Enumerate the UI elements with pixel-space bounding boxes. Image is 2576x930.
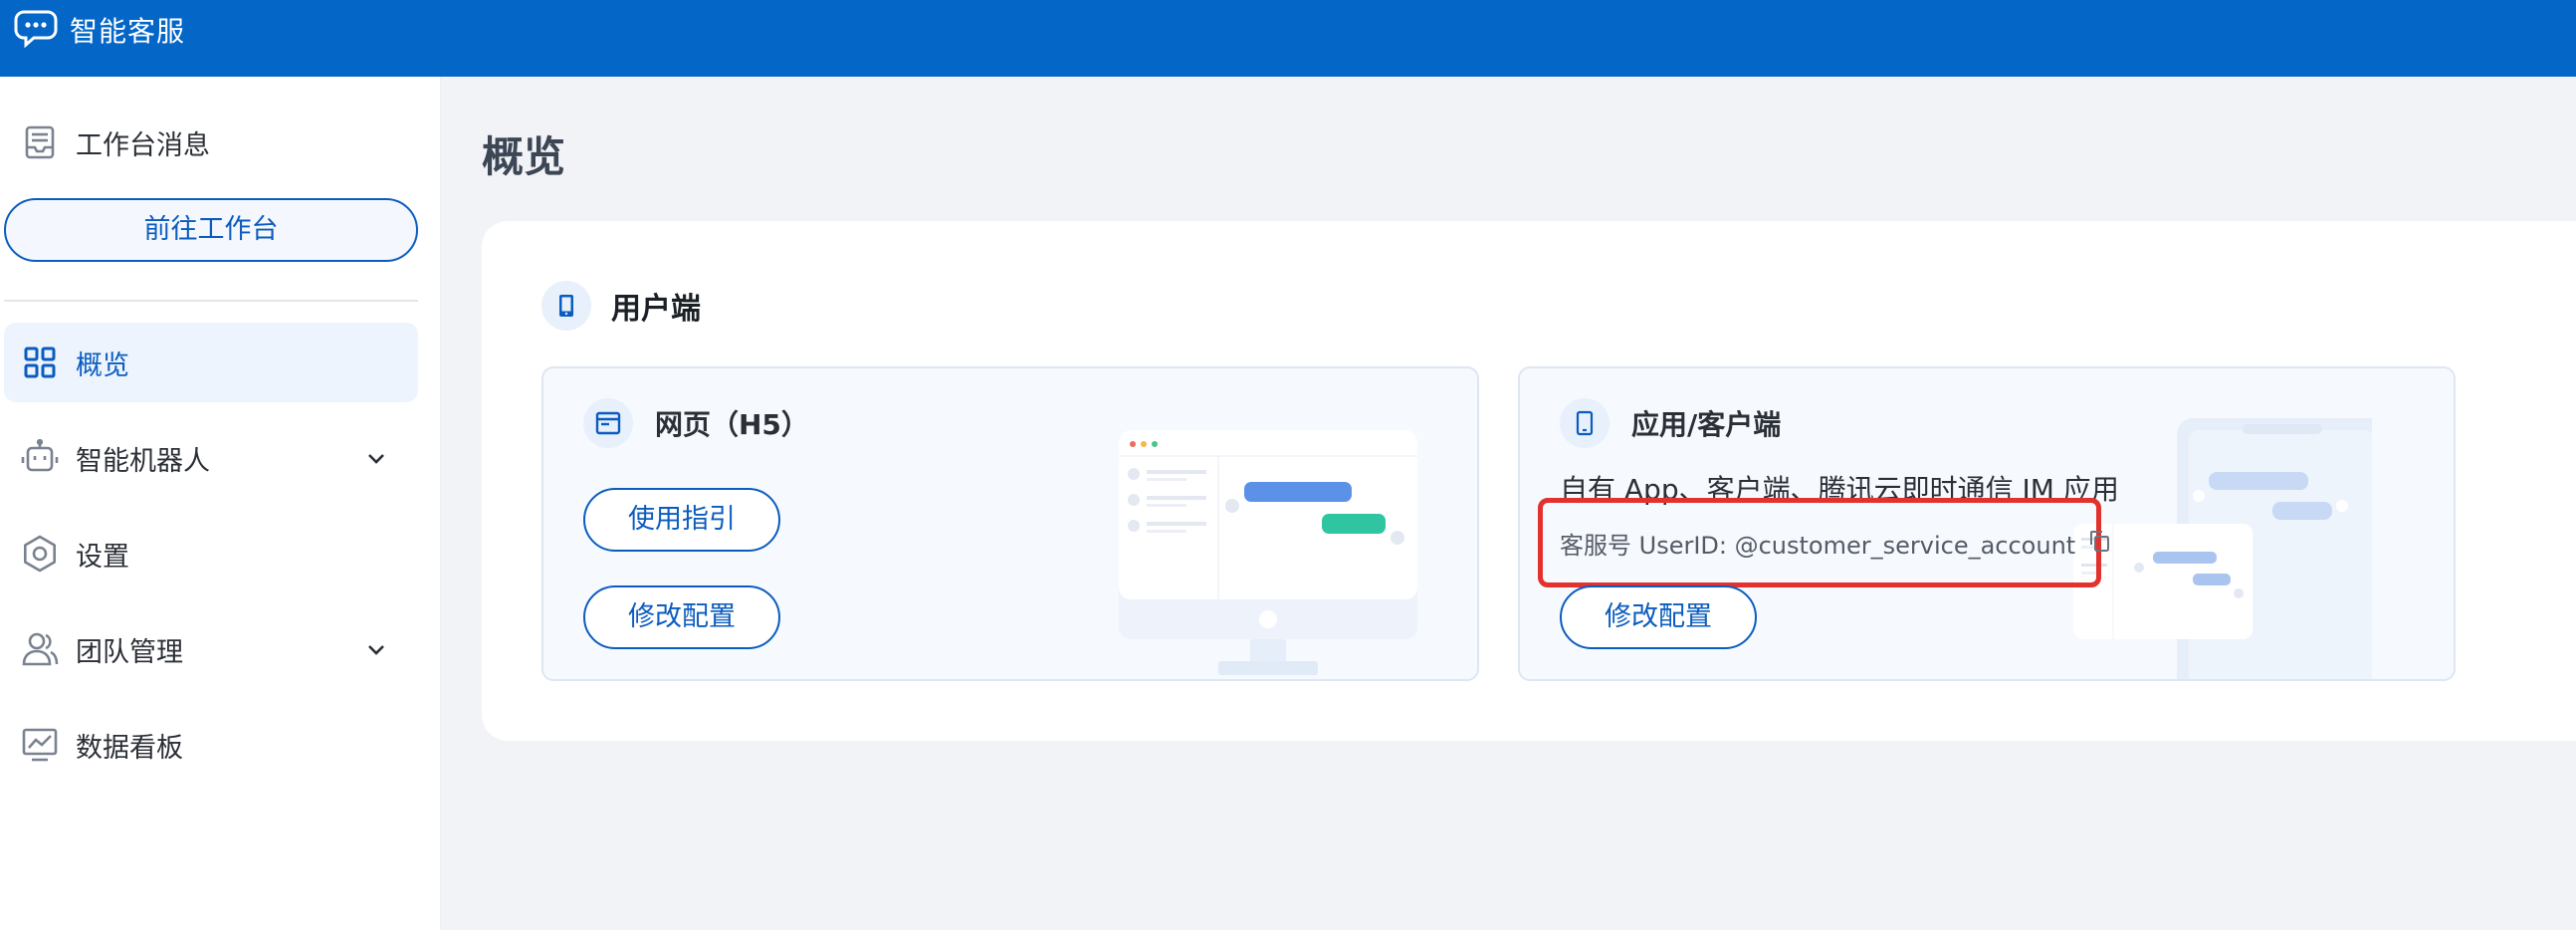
top-bar: 智能客服	[0, 0, 2576, 77]
card-header: 网页（H5）	[583, 398, 809, 448]
sidebar-item-label: 概览	[76, 349, 129, 381]
page-title: 概览	[482, 132, 566, 181]
sidebar-item-workbench-messages[interactable]: 工作台消息	[4, 103, 418, 182]
copy-icon[interactable]	[2087, 529, 2111, 559]
sidebar-divider	[4, 300, 418, 302]
sidebar-item-label: 智能机器人	[76, 445, 210, 477]
mobile-illustration	[2073, 418, 2372, 679]
browser-window-icon	[583, 398, 633, 448]
card-title: 应用/客户端	[1631, 408, 1782, 441]
userid-text: 客服号 UserID: @customer_service_account	[1560, 532, 2076, 560]
sidebar-item-smart-robot[interactable]: 智能机器人	[4, 418, 418, 498]
app-title: 智能客服	[70, 15, 186, 48]
userid-row: 客服号 UserID: @customer_service_account	[1560, 526, 2111, 561]
edit-config-button[interactable]: 修改配置	[1560, 585, 1757, 649]
sidebar-item-data-board[interactable]: 数据看板	[4, 705, 418, 785]
sidebar: 工作台消息 前往工作台 概览 智能机器人 设置 团队管理 数据看板	[0, 77, 441, 930]
sidebar-item-label: 工作台消息	[76, 129, 210, 161]
tablet-icon	[1560, 398, 1610, 448]
edit-config-button[interactable]: 修改配置	[583, 585, 780, 649]
sidebar-item-label: 团队管理	[76, 636, 183, 668]
chevron-down-icon	[368, 454, 384, 464]
grid-icon	[20, 343, 60, 382]
goto-workbench-button[interactable]: 前往工作台	[4, 198, 418, 262]
robot-icon	[20, 438, 60, 478]
user-icon	[20, 629, 60, 669]
inbox-icon	[20, 122, 60, 162]
chart-board-icon	[20, 725, 60, 765]
card-title: 网页（H5）	[655, 408, 809, 441]
gear-icon	[20, 534, 60, 574]
web-h5-card: 网页（H5） 使用指引 修改配置	[541, 366, 1479, 681]
sidebar-item-label: 设置	[76, 541, 129, 573]
sidebar-item-settings[interactable]: 设置	[4, 514, 418, 593]
usage-guide-button[interactable]: 使用指引	[583, 488, 780, 552]
sidebar-item-label: 数据看板	[76, 732, 183, 764]
section-header: 用户端	[541, 281, 701, 331]
sidebar-item-team-management[interactable]: 团队管理	[4, 609, 418, 689]
desktop-illustration	[1119, 430, 1417, 675]
phone-icon	[541, 281, 591, 331]
sidebar-item-overview[interactable]: 概览	[4, 323, 418, 402]
card-header: 应用/客户端	[1560, 398, 1781, 448]
chevron-down-icon	[368, 645, 384, 655]
section-title: 用户端	[611, 292, 701, 327]
brand: 智能客服	[14, 10, 185, 50]
chat-bubble-icon	[14, 8, 58, 52]
app-client-card: 应用/客户端 自有 App、客户端、腾讯云即时通信 IM 应用 客服号 User…	[1518, 366, 2456, 681]
